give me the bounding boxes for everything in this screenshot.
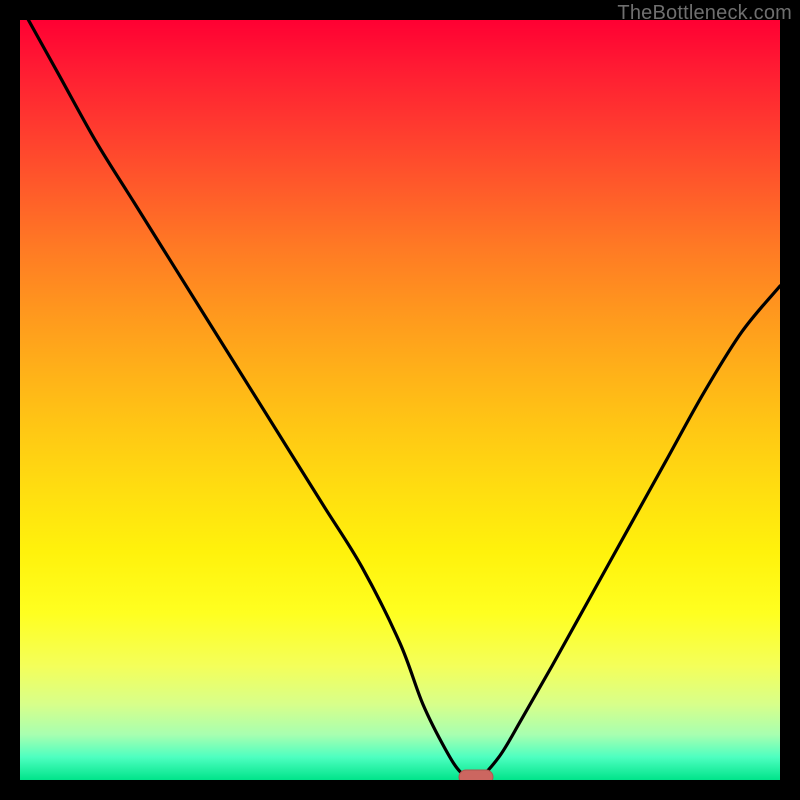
optimal-marker bbox=[459, 770, 493, 780]
chart-frame: TheBottleneck.com bbox=[0, 0, 800, 800]
plot-area bbox=[20, 20, 780, 780]
bottleneck-curve-path bbox=[20, 20, 780, 780]
curve-svg bbox=[20, 20, 780, 780]
